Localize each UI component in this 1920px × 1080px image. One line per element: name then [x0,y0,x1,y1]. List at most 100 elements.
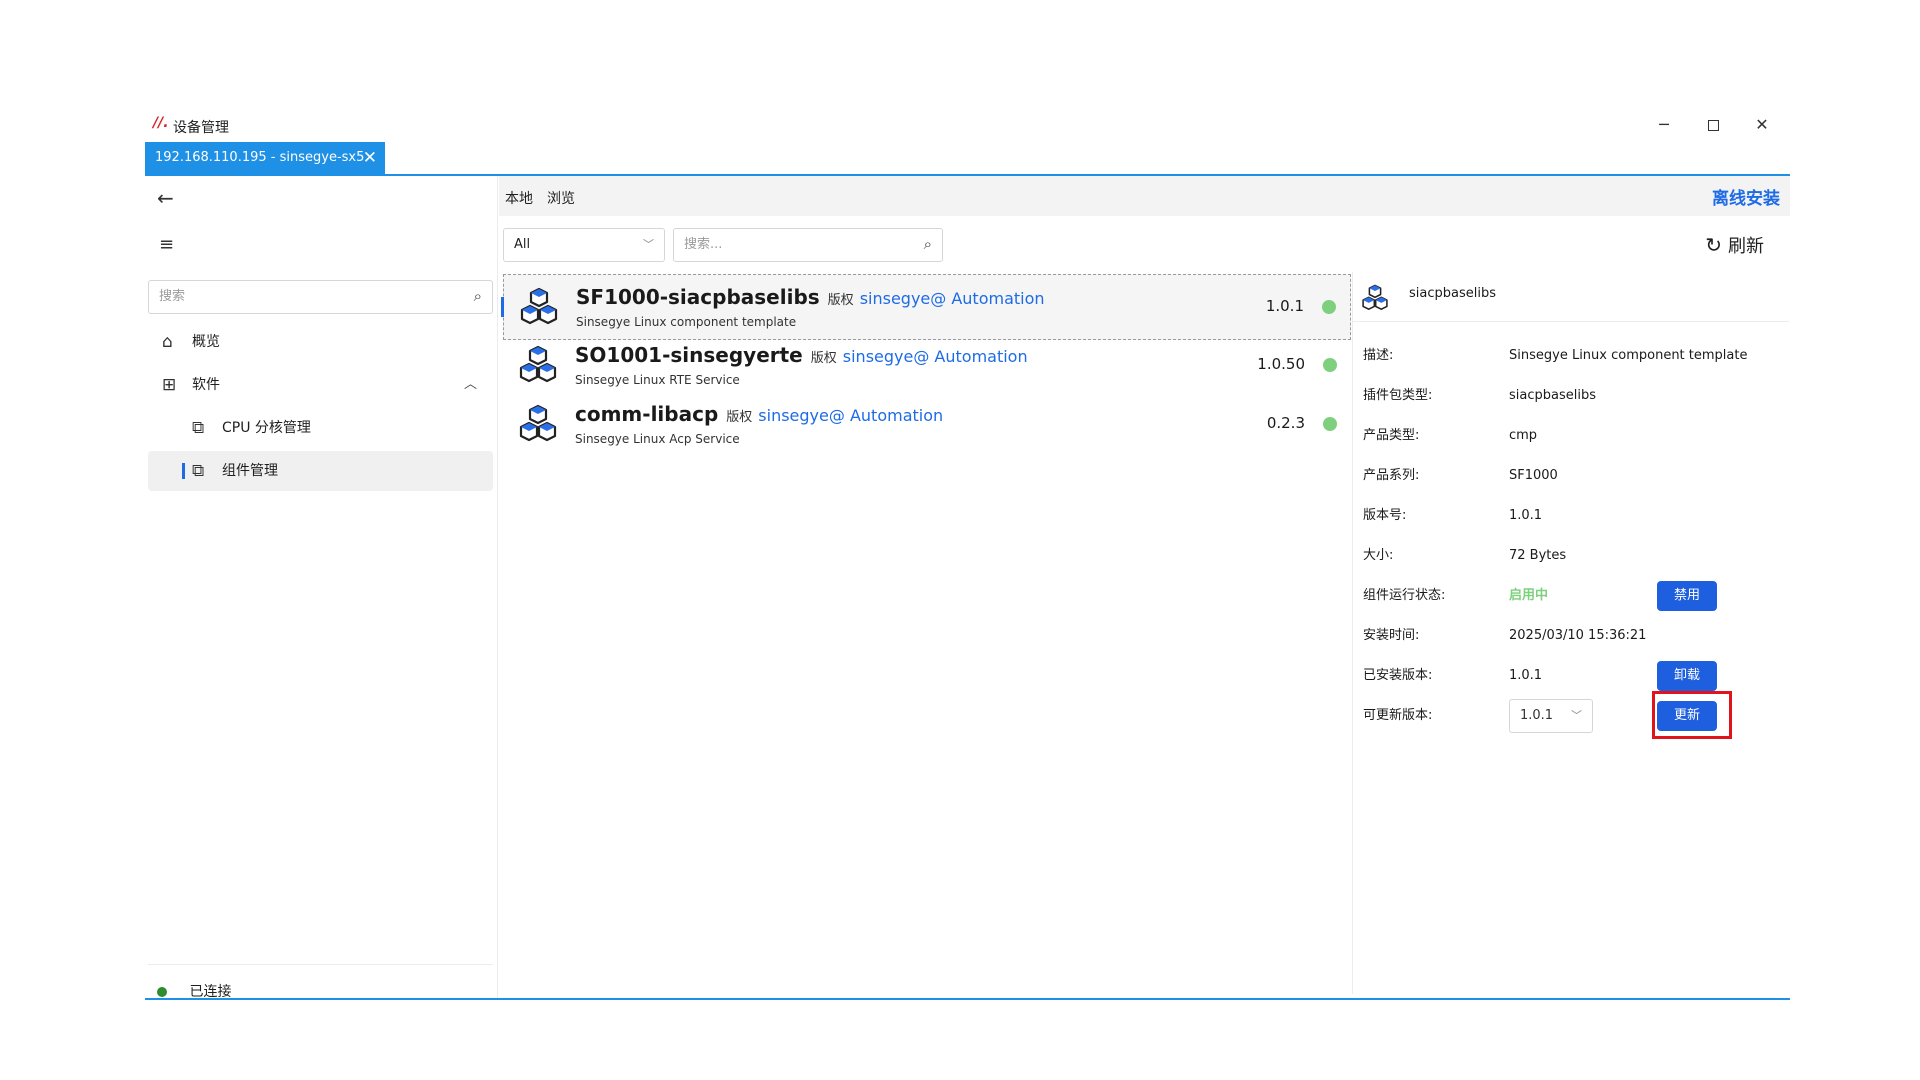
sidebar-item-component-management[interactable]: ⧉ 组件管理 [148,451,493,491]
connection-status: 已连接 [157,972,231,1012]
package-cubes-icon [520,287,558,325]
maximize-icon[interactable] [1690,112,1736,138]
sidebar-item-label: CPU 分核管理 [222,420,311,436]
minimize-icon[interactable]: ─ [1641,112,1687,138]
detail-row-run-status: 组件运行状态: 启用中 禁用 [1363,581,1783,611]
sidebar-item-label: 组件管理 [222,463,278,479]
package-version: 1.0.1 [1265,297,1304,315]
sidebar-search-input[interactable] [159,281,459,311]
sidebar-item-overview[interactable]: ⌂ 概览 [148,322,493,362]
title-bar: //. 设备管理 ─ ✕ [145,112,1790,142]
package-name-text: comm-libacp [575,402,719,426]
author-link[interactable]: sinsegye@ Automation [860,289,1045,308]
copyright-label: 版权 [810,351,837,366]
detail-row-size: 大小: 72 Bytes [1363,541,1783,571]
sidebar-item-software[interactable]: ⊞ 软件 ︿ [148,365,493,405]
chevron-up-icon[interactable]: ︿ [464,365,477,405]
package-name: comm-libacp 版权 sinsegye@ Automation [575,402,943,426]
window-bottom-border [145,998,1790,1000]
back-arrow-icon[interactable]: ← [157,186,174,210]
package-name: SF1000-siacpbaselibs 版权 sinsegye@ Automati… [576,285,1045,309]
package-search: ⌕ [673,228,943,262]
search-icon[interactable]: ⌕ [474,287,482,305]
detail-key: 可更新版本: [1363,708,1433,723]
chevron-down-icon: ﹀ [1571,709,1582,722]
main-panel: 本地 浏览 离线安装 All ﹀ ⌕ ↻ 刷新 [499,176,1790,998]
status-dot-icon [1323,417,1337,431]
disable-button[interactable]: 禁用 [1657,581,1717,611]
detail-value: 1.0.1 [1509,508,1543,523]
grid-icon: ⊞ [162,375,177,395]
package-cubes-icon [1362,284,1388,310]
app-window: //. 设备管理 ─ ✕ 192.168.110.195 - sinsegye-… [145,112,1790,1000]
category-filter-select[interactable]: All ﹀ [503,228,665,262]
search-icon[interactable]: ⌕ [924,235,932,253]
update-button[interactable]: 更新 [1657,701,1717,731]
device-tab-label: 192.168.110.195 - sinsegye-sx5 [155,150,365,165]
detail-key: 产品系列: [1363,468,1420,483]
list-item[interactable]: SO1001-sinsegyerte 版权 sinsegye@ Automation… [503,333,1351,399]
detail-key: 大小: [1363,548,1394,563]
list-item[interactable]: SF1000-siacpbaselibs 版权 sinsegye@ Automati… [501,274,1351,340]
sidebar-item-cpu-core[interactable]: ⧉ CPU 分核管理 [148,408,493,448]
detail-key: 安装时间: [1363,628,1420,643]
detail-row-plugin-type: 插件包类型: siacpbaselibs [1363,381,1783,411]
tab-local[interactable]: 本地 [505,188,533,208]
device-tab[interactable]: 192.168.110.195 - sinsegye-sx5 ✕ [145,142,385,174]
copyright-label: 版权 [726,410,753,425]
update-version-select[interactable]: 1.0.1 ﹀ [1509,699,1593,733]
detail-value: cmp [1509,428,1538,443]
package-cubes-icon [519,345,557,383]
copyright-label: 版权 [827,293,854,308]
detail-value: 72 Bytes [1509,548,1567,563]
package-version: 0.2.3 [1266,414,1305,432]
list-item[interactable]: comm-libacp 版权 sinsegye@ Automation Sinseg… [503,392,1351,458]
package-details-panel: siacpbaselibs 描述: Sinsegye Linux compone… [1352,272,1789,994]
refresh-button[interactable]: ↻ 刷新 [1705,232,1764,258]
sidebar-item-label: 概览 [192,334,220,350]
author-link[interactable]: sinsegye@ Automation [758,406,943,425]
sidebar-item-label: 软件 [192,377,220,393]
detail-key: 描述: [1363,348,1394,363]
package-list: SF1000-siacpbaselibs 版权 sinsegye@ Automati… [501,274,1351,994]
puzzle-icon: ⧉ [192,418,205,438]
app-logo-icon: //. [153,115,169,131]
details-header: siacpbaselibs [1353,272,1789,322]
refresh-icon: ↻ [1705,233,1722,257]
detail-row-product-series: 产品系列: SF1000 [1363,461,1783,491]
detail-row-version: 版本号: 1.0.1 [1363,501,1783,531]
package-description: Sinsegye Linux RTE Service [575,373,740,387]
detail-value: 1.0.1 [1509,668,1543,683]
detail-row-updatable-version: 可更新版本: 1.0.1 ﹀ 更新 [1363,691,1783,739]
package-version: 1.0.50 [1257,355,1305,373]
status-badge: 启用中 [1509,588,1549,603]
package-name-text: SO1001-sinsegyerte [575,343,803,367]
sidebar: ← ≡ ⌕ ⌂ 概览 ⊞ 软件 ︿ ⧉ CPU 分核管理 ⧉ 组件管理 已连接 [145,176,498,1000]
package-name-text: SF1000-siacpbaselibs [576,285,820,309]
tab-close-icon[interactable]: ✕ [363,142,377,174]
detail-value: Sinsegye Linux component template [1509,348,1748,363]
status-dot-icon [1322,300,1336,314]
status-dot-icon [1323,358,1337,372]
refresh-label: 刷新 [1728,236,1764,257]
hamburger-menu-icon[interactable]: ≡ [159,234,174,255]
package-description: Sinsegye Linux Acp Service [575,432,740,446]
detail-value: siacpbaselibs [1509,388,1596,403]
selection-indicator [501,297,504,317]
offline-install-button[interactable]: 离线安装 [1712,184,1780,209]
detail-key: 版本号: [1363,508,1407,523]
puzzle-icon: ⧉ [192,461,205,481]
chevron-down-icon: ﹀ [643,238,654,251]
detail-row-product-type: 产品类型: cmp [1363,421,1783,451]
close-window-icon[interactable]: ✕ [1739,112,1785,138]
package-search-input[interactable] [684,229,904,259]
main-tabbar: 本地 浏览 离线安装 [499,176,1790,216]
author-link[interactable]: sinsegye@ Automation [843,347,1028,366]
package-description: Sinsegye Linux component template [576,315,797,329]
update-version-value: 1.0.1 [1520,708,1554,723]
connected-dot-icon [157,987,167,997]
tab-browse[interactable]: 浏览 [547,188,575,208]
package-name: SO1001-sinsegyerte 版权 sinsegye@ Automation [575,343,1028,367]
detail-key: 产品类型: [1363,428,1420,443]
uninstall-button[interactable]: 卸载 [1657,661,1717,691]
